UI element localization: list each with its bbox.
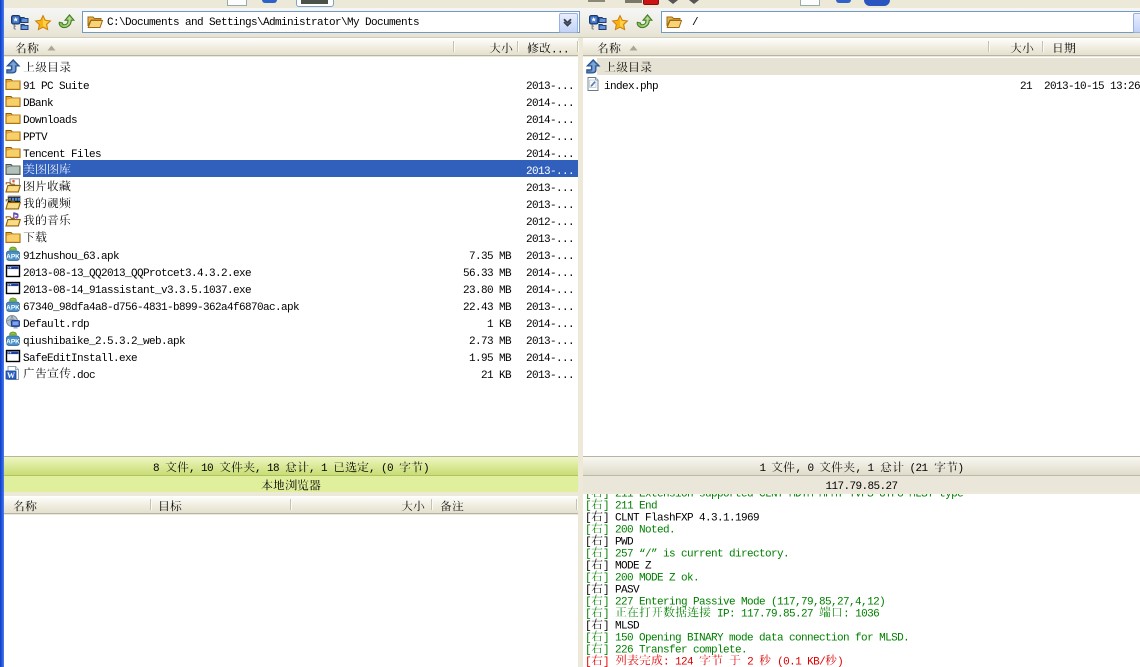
svg-text:W: W bbox=[7, 371, 15, 380]
svg-text:APK: APK bbox=[6, 253, 20, 260]
svg-text:APK: APK bbox=[6, 304, 20, 311]
svg-text:APK: APK bbox=[6, 338, 20, 345]
